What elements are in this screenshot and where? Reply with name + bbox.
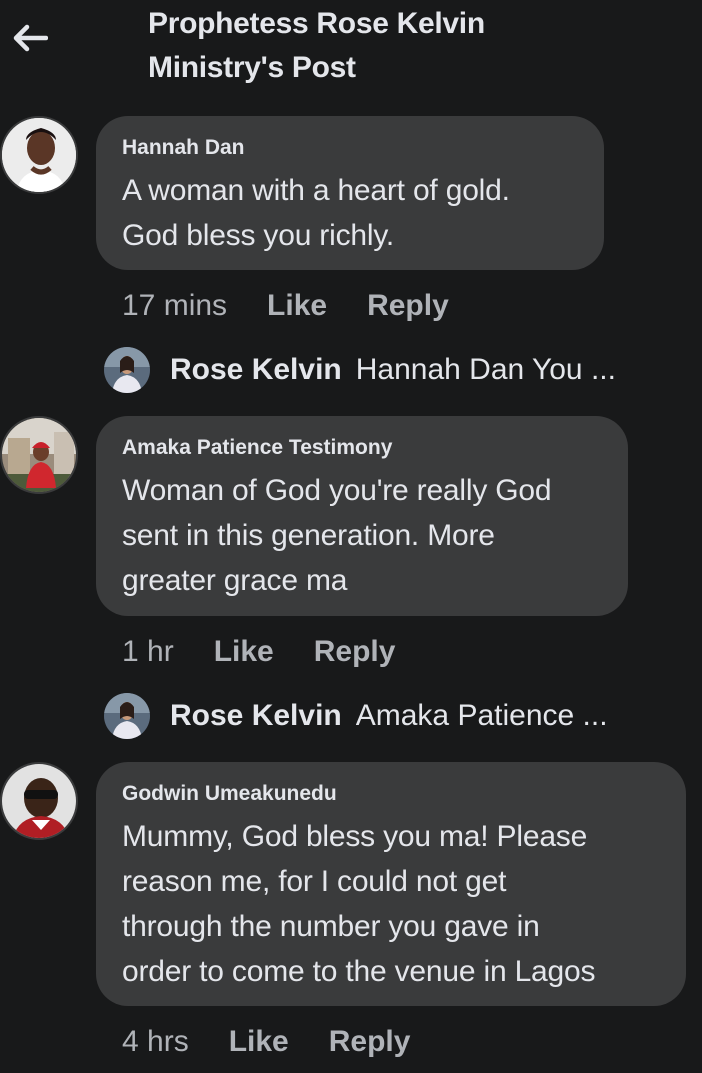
comment-text-line: reason me, for I could not get (122, 865, 507, 898)
like-button[interactable]: Like (229, 1022, 289, 1062)
comment-time: 1 hr (122, 635, 174, 668)
comment-bubble[interactable]: Amaka Patience Testimony Woman of God yo… (96, 416, 628, 616)
comment-text-line: A woman with a heart of gold. (122, 174, 510, 207)
reply-preview-text: Amaka Patience ... (355, 699, 608, 732)
reply-author: Rose Kelvin (170, 353, 342, 386)
avatar[interactable] (0, 762, 78, 840)
back-arrow-icon (13, 24, 48, 52)
comment-text: Mummy, God bless you ma! Please reason m… (122, 814, 660, 994)
back-button[interactable] (8, 16, 52, 60)
page-title-line2: Ministry's Post (148, 51, 356, 84)
comment-bubble[interactable]: Godwin Umeakunedu Mummy, God bless you m… (96, 762, 686, 1006)
header: Prophetess Rose Kelvin Ministry's Post (0, 0, 702, 100)
comment-text-line: God bless you richly. (122, 219, 395, 252)
avatar[interactable] (0, 416, 78, 494)
reply-preview[interactable]: Rose Kelvin Amaka Patience ... (104, 692, 664, 740)
comment-author[interactable]: Hannah Dan (122, 134, 578, 162)
comment-text-line: sent in this generation. More (122, 519, 495, 552)
comment-time: 17 mins (122, 289, 228, 322)
reply-button[interactable]: Reply (367, 286, 449, 326)
comment-text-line: order to come to the venue in Lagos (122, 955, 596, 988)
reply-avatar (104, 347, 150, 393)
comment-author[interactable]: Amaka Patience Testimony (122, 434, 602, 462)
comment-text-line: Woman of God you're really God (122, 474, 552, 507)
comment-actions: 4 hrs Like Reply (122, 1022, 410, 1062)
reply-avatar (104, 693, 150, 739)
page-title: Prophetess Rose Kelvin Ministry's Post (148, 2, 668, 90)
comment-text-line: through the number you gave in (122, 910, 540, 943)
like-button[interactable]: Like (267, 286, 327, 326)
page-title-line1: Prophetess Rose Kelvin (148, 7, 485, 40)
comment-actions: 1 hr Like Reply (122, 632, 395, 672)
comment-bubble[interactable]: Hannah Dan A woman with a heart of gold.… (96, 116, 604, 270)
comments-screen: Prophetess Rose Kelvin Ministry's Post H… (0, 0, 702, 1073)
comment-text: Woman of God you're really God sent in t… (122, 468, 602, 603)
reply-preview[interactable]: Rose Kelvin Hannah Dan You ... (104, 346, 664, 394)
reply-button[interactable]: Reply (329, 1022, 411, 1062)
comment-author[interactable]: Godwin Umeakunedu (122, 780, 660, 808)
reply-author: Rose Kelvin (170, 699, 342, 732)
comment-text-line: greater grace ma (122, 564, 348, 597)
comment-time: 4 hrs (122, 1025, 189, 1058)
like-button[interactable]: Like (214, 632, 274, 672)
avatar[interactable] (0, 116, 78, 194)
reply-preview-text: Hannah Dan You ... (355, 353, 616, 386)
comment-text: A woman with a heart of gold. God bless … (122, 168, 578, 258)
comment-actions: 17 mins Like Reply (122, 286, 449, 326)
reply-button[interactable]: Reply (314, 632, 396, 672)
comment-text-line: Mummy, God bless you ma! Please (122, 820, 588, 853)
